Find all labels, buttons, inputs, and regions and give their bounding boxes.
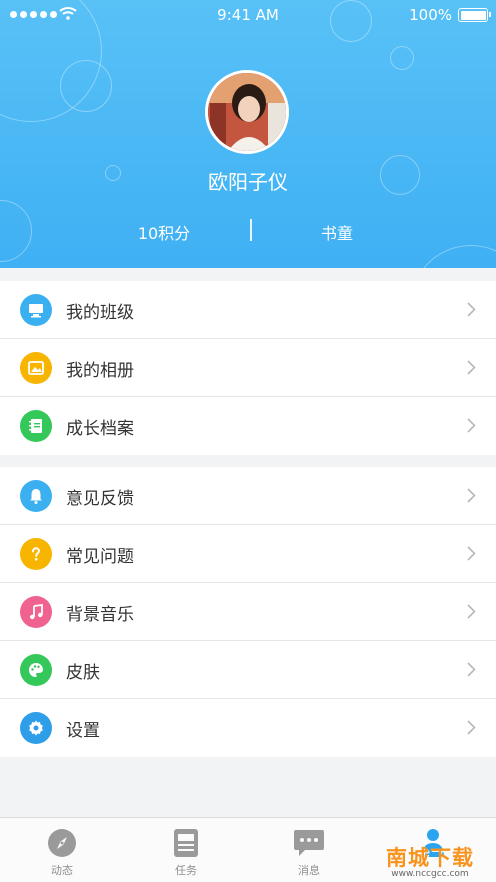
username: 欧阳子仪 — [208, 170, 288, 194]
chevron-right-icon — [467, 662, 476, 677]
avatar-image — [208, 73, 286, 151]
decor-bubble — [60, 60, 112, 112]
level-stat[interactable]: 书童 — [237, 220, 437, 244]
palette-icon — [20, 654, 52, 686]
task-icon — [174, 829, 198, 857]
chevron-right-icon — [467, 720, 476, 735]
menu-label: 成长档案 — [66, 418, 134, 439]
album-icon — [20, 352, 52, 384]
menu-label: 意见反馈 — [66, 488, 134, 509]
decor-bubble — [410, 245, 496, 268]
menu-item-growth-record[interactable]: 成长档案 — [0, 397, 496, 455]
growth-record-icon — [20, 410, 52, 442]
menu-label: 我的相册 — [66, 360, 134, 381]
chevron-right-icon — [467, 418, 476, 433]
battery-percent: 100% — [409, 6, 452, 24]
gear-icon — [20, 712, 52, 744]
menu-item-skin[interactable]: 皮肤 — [0, 641, 496, 699]
menu-item-faq[interactable]: 常见问题 — [0, 525, 496, 583]
menu-group-primary: 我的班级 我的相册 成长档案 — [0, 281, 496, 455]
menu-item-settings[interactable]: 设置 — [0, 699, 496, 757]
chevron-right-icon — [467, 604, 476, 619]
tab-dynamic[interactable]: 动态 — [32, 828, 92, 878]
menu-label: 背景音乐 — [66, 604, 134, 625]
music-icon — [20, 596, 52, 628]
menu-label: 我的班级 — [66, 302, 134, 323]
chevron-right-icon — [467, 546, 476, 561]
tab-messages[interactable]: 消息 — [279, 828, 339, 878]
class-icon — [20, 294, 52, 326]
status-bar: 9:41 AM 100% — [0, 0, 496, 30]
decor-bubble — [390, 46, 414, 70]
bell-icon — [20, 480, 52, 512]
avatar[interactable] — [205, 70, 289, 154]
menu-label: 常见问题 — [66, 546, 134, 567]
menu-item-feedback[interactable]: 意见反馈 — [0, 467, 496, 525]
points-stat[interactable]: 10积分 — [64, 220, 264, 244]
tab-label: 任务 — [175, 864, 197, 877]
menu-label: 皮肤 — [66, 662, 100, 683]
chevron-right-icon — [467, 488, 476, 503]
watermark: 南城下载 www.nccgcc.com — [370, 842, 490, 879]
decor-bubble — [0, 200, 32, 262]
menu-item-background-music[interactable]: 背景音乐 — [0, 583, 496, 641]
tab-tasks[interactable]: 任务 — [156, 828, 216, 878]
menu-label: 设置 — [66, 720, 100, 741]
chevron-right-icon — [467, 360, 476, 375]
compass-icon — [48, 829, 76, 857]
tab-label: 动态 — [51, 864, 73, 877]
menu-group-secondary: 意见反馈 常见问题 背景音乐 皮肤 设置 — [0, 467, 496, 757]
menu-item-my-album[interactable]: 我的相册 — [0, 339, 496, 397]
message-icon — [294, 830, 324, 856]
chevron-right-icon — [467, 302, 476, 317]
battery-icon — [458, 8, 491, 22]
tab-label: 消息 — [298, 864, 320, 877]
watermark-title: 南城下载 — [386, 846, 474, 870]
question-icon — [20, 538, 52, 570]
profile-header: 9:41 AM 100% 欧阳子仪 10积分 书童 — [0, 0, 496, 268]
menu-item-my-class[interactable]: 我的班级 — [0, 281, 496, 339]
